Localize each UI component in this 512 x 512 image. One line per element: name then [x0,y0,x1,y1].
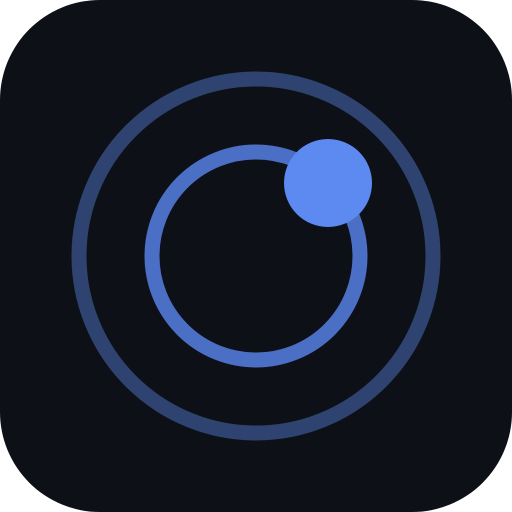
outer-ring [71,71,441,441]
app-icon[interactable] [0,0,512,512]
orbit-dot [284,139,372,227]
orbit-icon [71,71,441,441]
